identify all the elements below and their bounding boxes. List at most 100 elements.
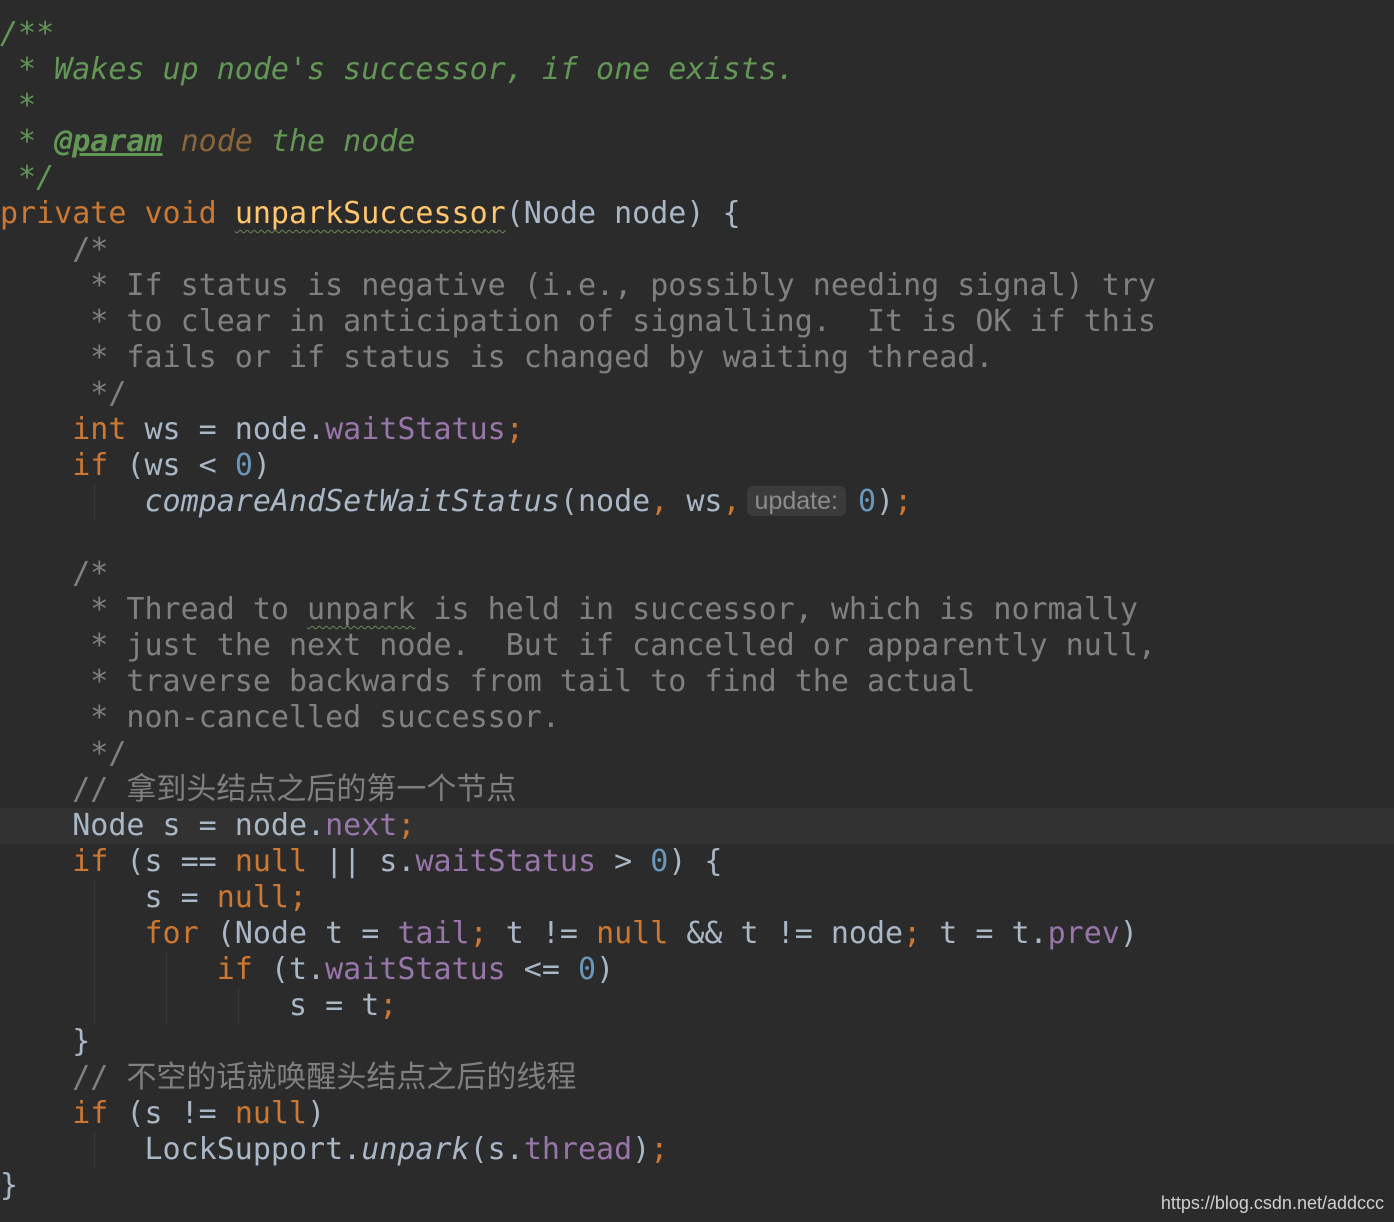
number-literal: 0 (857, 484, 877, 519)
block-comment: is held in successor, which is normally (415, 592, 1138, 627)
line-comment: // (0, 772, 127, 807)
code-line[interactable]: } (0, 1024, 1394, 1060)
block-comment: * to clear in anticipation of signalling… (0, 304, 1156, 339)
code-line[interactable]: private void unparkSuccessor(Node node) … (0, 196, 1394, 232)
semicolon: ; (903, 916, 922, 951)
field-name[interactable]: next (325, 808, 397, 843)
code-line[interactable]: */ (0, 376, 1394, 412)
semicolon: ; (289, 880, 308, 915)
code-line[interactable]: // 不空的话就唤醒头结点之后的线程 (0, 1060, 1394, 1096)
method-call[interactable]: unpark (361, 1132, 469, 1167)
code-line[interactable]: */ (0, 736, 1394, 772)
comma: , (650, 484, 669, 519)
javadoc-comment: the node (252, 124, 416, 159)
block-comment: * non-cancelled successor. (0, 700, 560, 735)
field-name[interactable]: waitStatus (325, 952, 506, 987)
keyword: null (234, 844, 308, 879)
method-name[interactable]: unparkSuccessor (235, 196, 506, 231)
number-literal: 0 (234, 448, 253, 483)
code-line[interactable]: * non-cancelled successor. (0, 700, 1394, 736)
code-line[interactable]: * traverse backwards from tail to find t… (0, 664, 1394, 700)
keyword: if (216, 952, 253, 987)
field-name[interactable]: tail (397, 916, 469, 951)
code-text: s = (144, 880, 217, 915)
code-text: (t. (252, 952, 326, 987)
code-line[interactable]: * Wakes up node's successor, if one exis… (0, 52, 1394, 88)
code-line[interactable]: * @param node the node (0, 124, 1394, 160)
block-comment: * Thread to (0, 592, 308, 627)
javadoc-comment: */ (0, 160, 55, 195)
code-line[interactable]: int ws = node.waitStatus; (0, 412, 1394, 448)
field-name[interactable]: prev (1048, 916, 1120, 951)
code-line[interactable]: * fails or if status is changed by waiti… (0, 340, 1394, 376)
code-line[interactable]: if (s == null || s.waitStatus > 0) { (0, 844, 1394, 880)
code-line[interactable]: if (ws < 0) (0, 448, 1394, 484)
code-editor[interactable]: /** * Wakes up node's successor, if one … (0, 0, 1394, 1222)
code-line[interactable]: * Thread to unpark is held in successor,… (0, 592, 1394, 628)
code-line[interactable]: if (s != null) (0, 1096, 1394, 1132)
semicolon: ; (397, 808, 416, 843)
semicolon: ; (469, 916, 488, 951)
code-line[interactable]: */ (0, 160, 1394, 196)
spellcheck-word: unpark (307, 592, 416, 627)
number-literal: 0 (578, 952, 597, 987)
block-comment: */ (0, 376, 127, 411)
comma: , (722, 484, 741, 519)
code-line[interactable]: * just the next node. But if cancelled o… (0, 628, 1394, 664)
field-name[interactable]: waitStatus (415, 844, 596, 879)
keyword: null (216, 880, 289, 915)
code-text: && t != node (668, 916, 904, 951)
code-line[interactable]: * (0, 88, 1394, 124)
keyword: for (144, 916, 199, 951)
block-comment: * fails or if status is changed by waiti… (0, 340, 994, 375)
field-name[interactable]: waitStatus (325, 412, 506, 447)
javadoc-comment: * (0, 124, 55, 159)
block-comment: /* (0, 232, 109, 267)
block-comment: * If status is negative (i.e., possibly … (0, 268, 1156, 303)
code-text: || s. (307, 844, 416, 879)
code-line[interactable]: /** (0, 16, 1394, 52)
block-comment: */ (0, 736, 127, 771)
code-line[interactable]: s = null; (0, 880, 1394, 916)
code-text: (Node t = (198, 916, 398, 951)
code-line[interactable]: for (Node t = tail; t != null && t != no… (0, 916, 1394, 952)
semicolon: ; (379, 988, 398, 1023)
code-line[interactable]: /* (0, 556, 1394, 592)
watermark: https://blog.csdn.net/addccc (1160, 1193, 1384, 1213)
javadoc-comment: * Wakes up node's successor, if one exis… (0, 52, 795, 87)
code-line[interactable]: s = t; (0, 988, 1394, 1024)
code-line[interactable]: // 拿到头结点之后的第一个节点 (0, 772, 1394, 808)
method-call[interactable]: compareAndSetWaitStatus (145, 484, 560, 519)
code-line[interactable]: if (t.waitStatus <= 0) (0, 952, 1394, 988)
current-line[interactable]: Node s = node.next; (0, 808, 1394, 844)
code-text: ws = node. (126, 412, 326, 447)
closing-brace: } (0, 1168, 19, 1203)
field-name[interactable]: thread (524, 1132, 632, 1167)
keyword: null (234, 1096, 308, 1131)
code-text: ) (876, 484, 895, 519)
code-text: ) (307, 1096, 326, 1131)
code-text: (s == (108, 844, 235, 879)
javadoc-comment (163, 124, 181, 159)
code-line[interactable]: /* (0, 232, 1394, 268)
code-line[interactable]: * If status is negative (i.e., possibly … (0, 268, 1394, 304)
javadoc-param-name: node (180, 124, 253, 159)
keyword: if (72, 1096, 109, 1131)
code-text: LockSupport. (144, 1132, 362, 1167)
code-line[interactable]: compareAndSetWaitStatus(node, ws, update:… (0, 484, 1394, 520)
code-text: (s. (469, 1132, 524, 1167)
block-comment: /* (0, 556, 109, 591)
code-line[interactable]: LockSupport.unpark(s.thread); (0, 1132, 1394, 1168)
code-text: <= (505, 952, 578, 987)
code-line[interactable]: * to clear in anticipation of signalling… (0, 304, 1394, 340)
parameter-hint: update: (746, 486, 846, 516)
javadoc-param-tag[interactable]: @param (54, 124, 162, 159)
keyword: if (72, 448, 109, 483)
